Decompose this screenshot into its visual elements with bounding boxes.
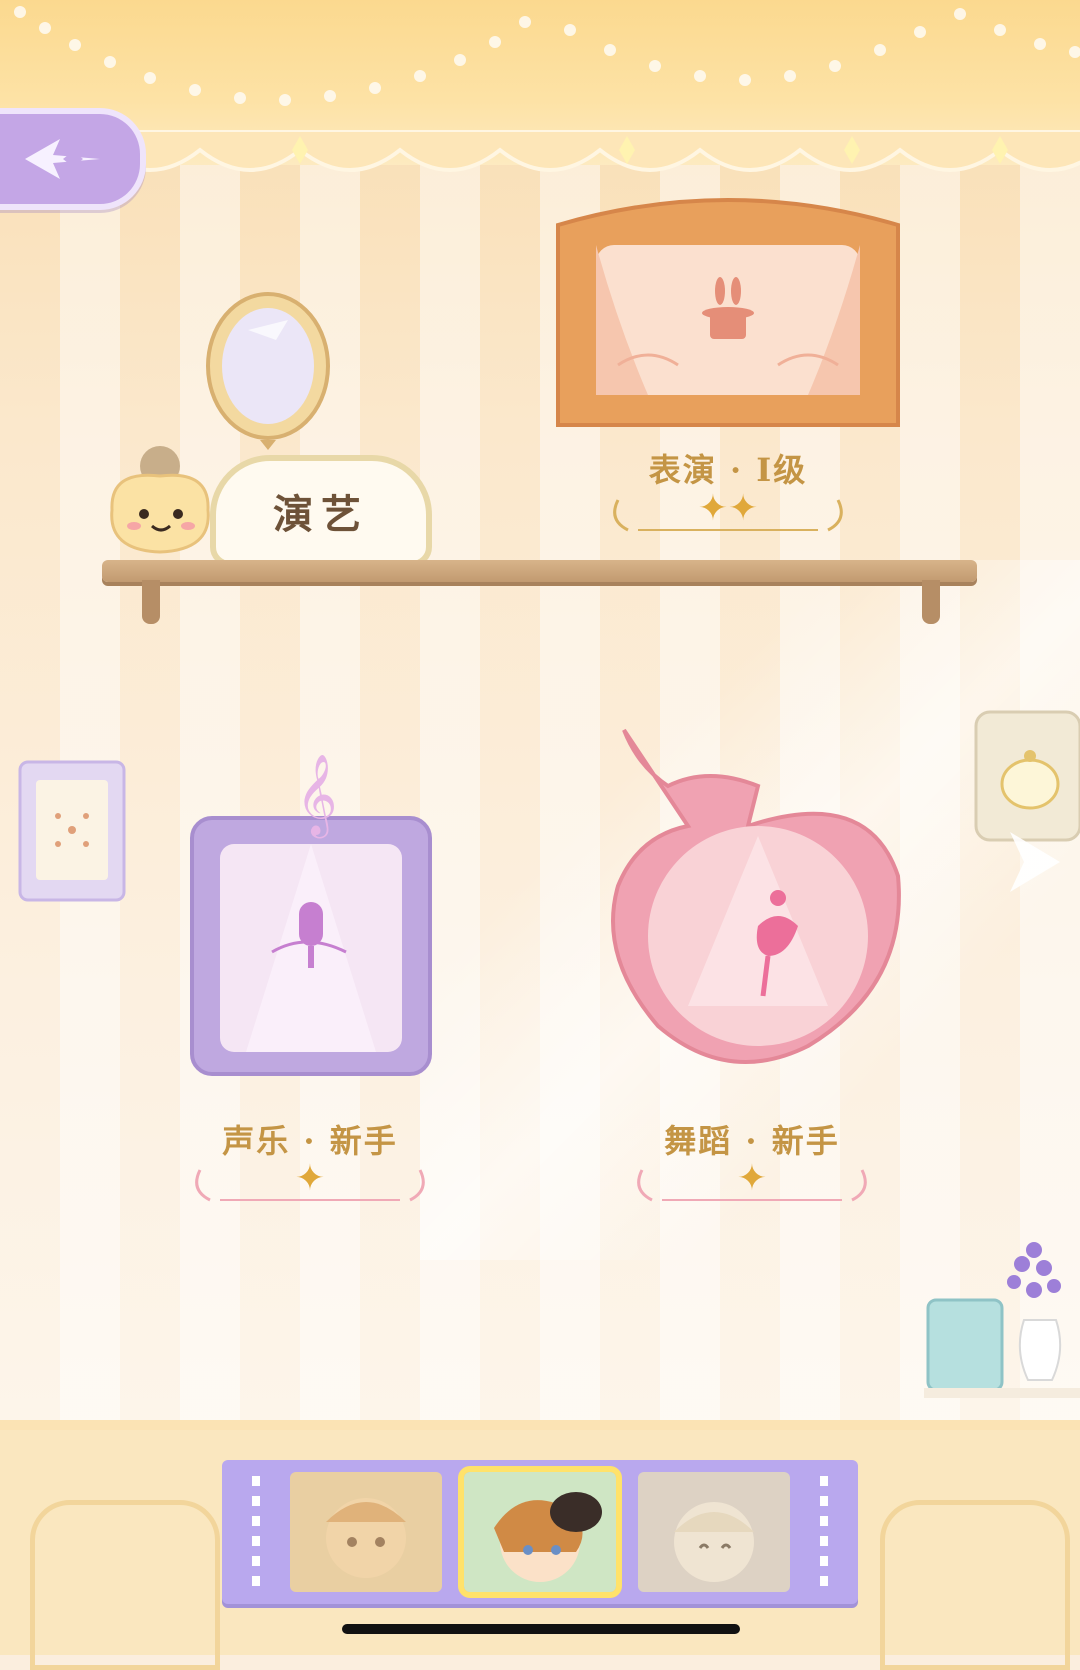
laurel-underline-decoration bbox=[637, 1169, 867, 1202]
category-label: 演艺 bbox=[273, 491, 369, 538]
wall-shelf bbox=[102, 560, 977, 582]
oval-mirror-decoration bbox=[206, 292, 330, 450]
character-portrait-selected[interactable] bbox=[458, 1466, 622, 1598]
performance-skill-label: 表演 · Ⅰ级 bbox=[648, 451, 808, 489]
laurel-underline-decoration bbox=[195, 1169, 425, 1202]
character-selector-bar bbox=[222, 1460, 858, 1604]
character-portrait[interactable] bbox=[290, 1472, 442, 1592]
svg-text:𝄞: 𝄞 bbox=[296, 753, 337, 838]
vocal-skill-frame[interactable]: 𝄞 bbox=[186, 752, 436, 1086]
small-wall-card-decoration bbox=[18, 760, 126, 902]
wallpaper-background bbox=[0, 0, 1080, 1420]
category-sign: 演艺 bbox=[210, 455, 432, 567]
laurel-underline-decoration bbox=[613, 499, 843, 532]
lavender-vase-decoration bbox=[924, 1242, 1080, 1398]
valance-scallop-edge bbox=[0, 130, 1080, 172]
pearl-garland bbox=[14, 6, 1080, 106]
next-arrow-icon[interactable] bbox=[990, 822, 1070, 902]
shelf-bracket bbox=[922, 580, 940, 624]
vocal-skill-label: 声乐 · 新手 bbox=[222, 1122, 398, 1160]
mascot-bun-character bbox=[110, 446, 210, 554]
home-indicator bbox=[342, 1624, 740, 1634]
shelf-bracket bbox=[142, 580, 160, 624]
film-strip-edge bbox=[252, 1476, 260, 1588]
back-arrow-icon bbox=[25, 139, 100, 179]
character-portrait[interactable] bbox=[638, 1472, 790, 1592]
film-strip-edge bbox=[820, 1476, 828, 1588]
dance-skill-frame[interactable] bbox=[608, 726, 908, 1090]
back-button[interactable] bbox=[0, 108, 146, 210]
performance-skill-frame[interactable] bbox=[548, 185, 908, 439]
dance-skill-label: 舞蹈 · 新手 bbox=[664, 1122, 840, 1160]
